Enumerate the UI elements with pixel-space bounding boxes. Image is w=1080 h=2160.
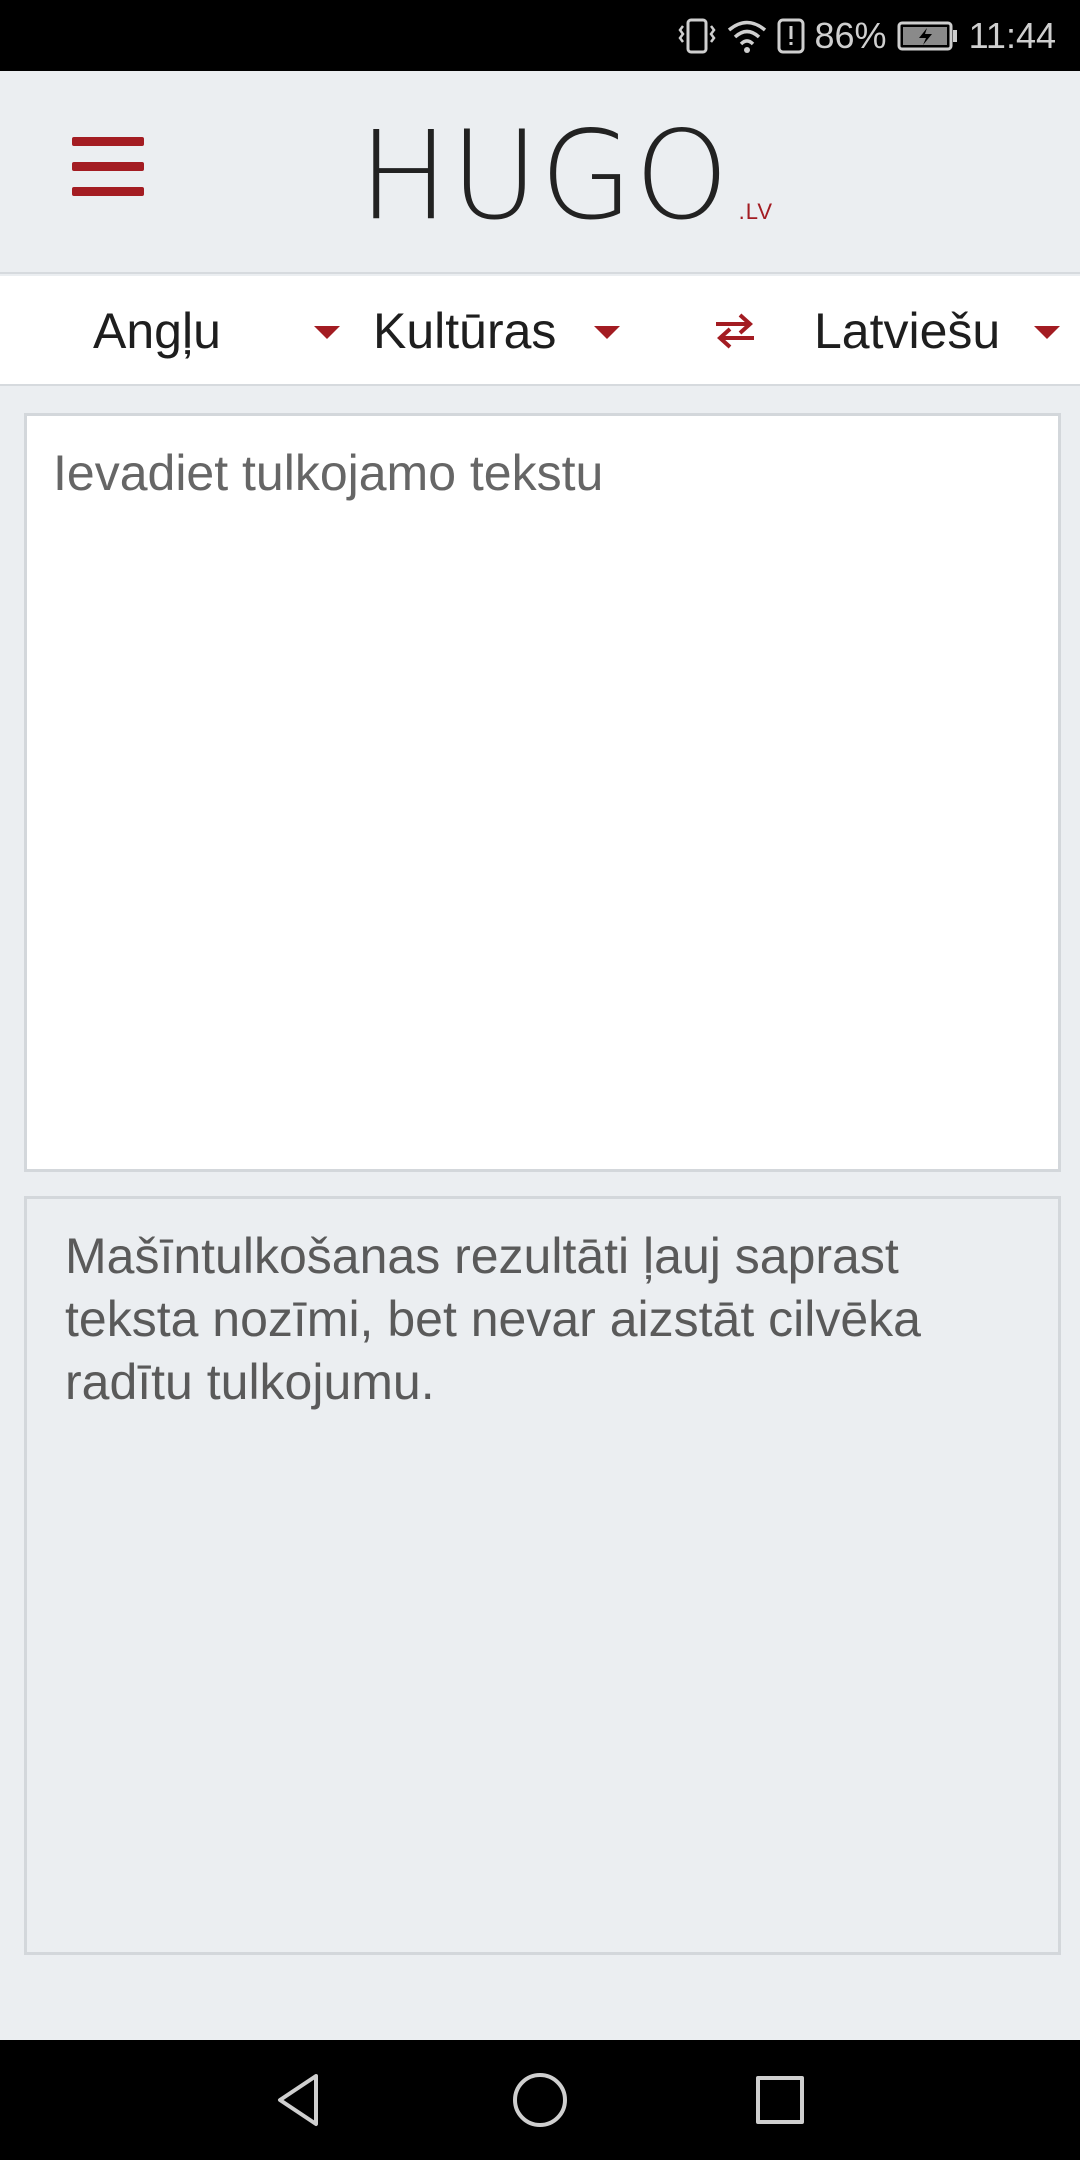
battery-percent: 86% xyxy=(814,14,887,56)
domain-chevron-down-icon[interactable] xyxy=(594,326,620,339)
source-language-chevron-down-icon[interactable] xyxy=(314,326,340,339)
back-triangle-icon[interactable] xyxy=(270,2070,330,2130)
logo-suffix: .LV xyxy=(738,199,773,224)
status-bar: 86% 11:44 xyxy=(0,0,1080,71)
logo: HUGO .LV xyxy=(355,107,773,237)
alert-icon xyxy=(777,18,805,54)
recents-square-icon[interactable] xyxy=(750,2070,810,2130)
home-circle-icon[interactable] xyxy=(510,2070,570,2130)
battery-icon xyxy=(897,21,959,51)
translation-output-panel: Mašīntulkošanas rezultāti ļauj saprast t… xyxy=(24,1196,1061,1955)
wifi-icon xyxy=(727,19,767,53)
source-language-label: Angļu xyxy=(93,303,221,359)
target-language-select[interactable]: Latviešu xyxy=(814,276,1000,386)
target-language-label: Latviešu xyxy=(814,303,1001,359)
source-text-panel xyxy=(24,413,1061,1172)
source-language-select[interactable]: Angļu xyxy=(93,276,221,386)
language-bar: Angļu Kultūras Latviešu xyxy=(0,276,1080,386)
domain-label: Kultūras xyxy=(373,303,557,359)
domain-select[interactable]: Kultūras xyxy=(373,276,556,386)
clock: 11:44 xyxy=(968,14,1056,56)
translation-output-text: Mašīntulkošanas rezultāti ļauj saprast t… xyxy=(65,1228,921,1410)
swap-languages-icon[interactable] xyxy=(710,306,760,356)
logo-text: HUGO xyxy=(358,105,731,247)
vibrate-icon xyxy=(677,18,717,54)
source-text-input[interactable] xyxy=(27,416,1058,1169)
hamburger-menu-icon[interactable] xyxy=(72,137,144,197)
app-header: HUGO .LV xyxy=(0,71,1080,274)
status-icons: 86% 11:44 xyxy=(677,0,1056,71)
system-navigation-bar xyxy=(0,2040,1080,2160)
target-language-chevron-down-icon[interactable] xyxy=(1034,326,1060,339)
